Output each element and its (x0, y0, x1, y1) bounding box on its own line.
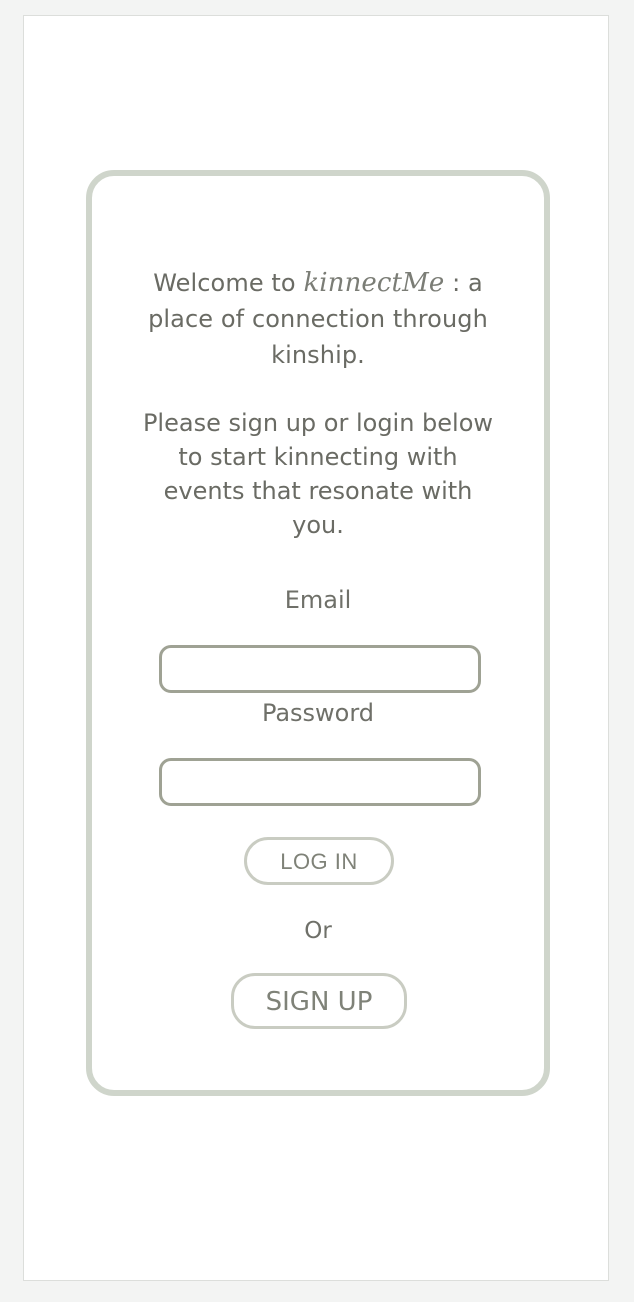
welcome-line-2: place of connection through (148, 305, 488, 333)
instructions-line-3: events that resonate with (163, 477, 473, 505)
welcome-suffix: : a (452, 269, 483, 297)
instructions-text: Please sign up or login below to start k… (92, 406, 544, 542)
email-field[interactable] (159, 645, 481, 693)
signup-button[interactable]: SIGN UP (231, 973, 407, 1029)
page-background: Welcome to kinnectMe : a place of connec… (23, 15, 609, 1281)
brand-logo: kinnectMe (303, 268, 445, 298)
welcome-prefix: Welcome to (153, 269, 296, 297)
password-field[interactable] (159, 758, 481, 806)
welcome-line-1: Welcome to kinnectMe : a (92, 265, 544, 301)
password-label: Password (261, 699, 375, 727)
welcome-message: Welcome to kinnectMe : a place of connec… (92, 265, 544, 373)
instructions-line-2: to start kinnecting with (178, 443, 458, 471)
instructions-line-1: Please sign up or login below (142, 409, 494, 437)
welcome-line-3: kinship. (271, 341, 365, 369)
email-label: Email (284, 586, 352, 614)
login-button[interactable]: LOG IN (244, 837, 394, 885)
instructions-line-4: you. (292, 511, 344, 539)
or-separator: Or (304, 918, 332, 944)
login-card: Welcome to kinnectMe : a place of connec… (86, 170, 550, 1096)
